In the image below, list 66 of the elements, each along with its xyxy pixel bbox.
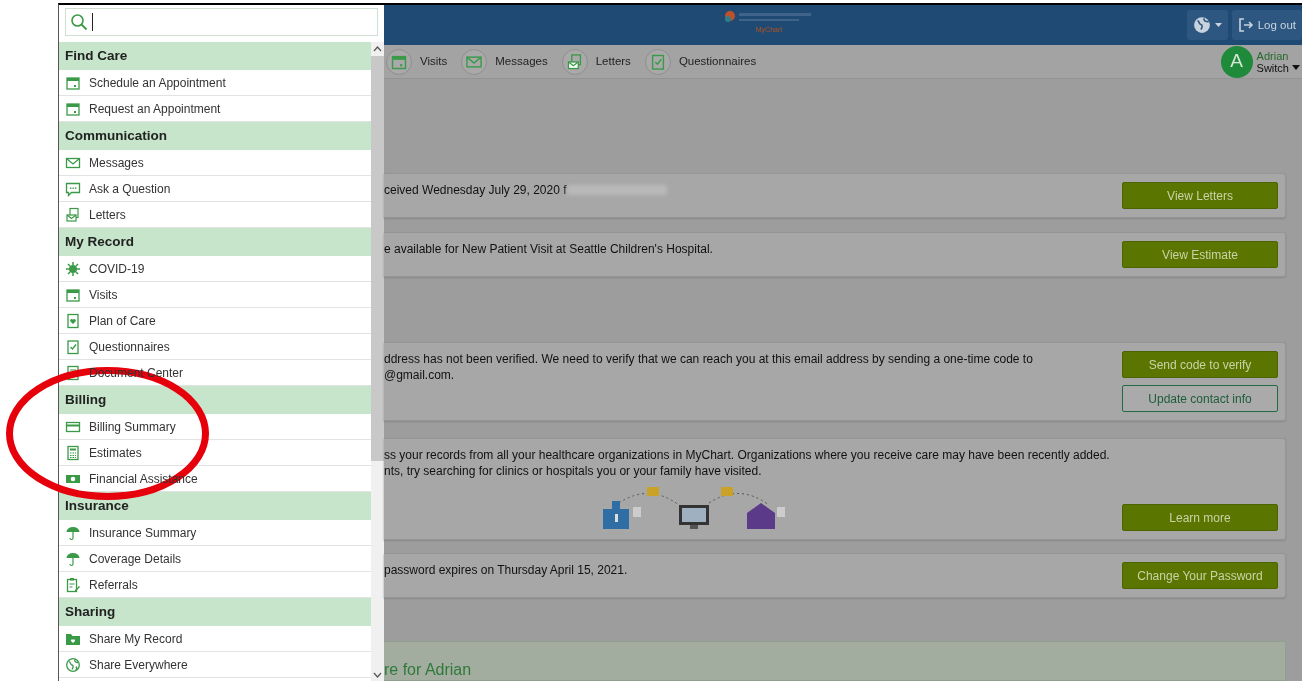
notice-text: @gmail.com. <box>384 367 456 383</box>
section-header: My Record <box>59 228 371 256</box>
nav-link[interactable]: Letters <box>561 48 631 75</box>
caret-icon <box>1292 65 1300 71</box>
checklist-icon <box>644 48 671 75</box>
menu-link[interactable]: Share My Record <box>89 629 183 648</box>
nav-link[interactable]: Questionnaires <box>644 48 757 75</box>
notice-text: e available for New Patient Visit at Seattle Children's Hospital. <box>384 241 714 257</box>
switch-button[interactable]: Switch <box>1256 61 1300 74</box>
section-header: Insurance <box>59 492 371 520</box>
scroll-down-icon[interactable] <box>373 672 382 678</box>
menu-link[interactable]: Letters <box>89 205 126 224</box>
menu-link[interactable]: Coverage Details <box>89 549 182 568</box>
user-name: Adrian <box>1256 49 1290 62</box>
search-field[interactable] <box>65 8 378 36</box>
globe-icon <box>1192 16 1211 35</box>
menu-link[interactable]: Ask a Question <box>89 179 171 198</box>
user-avatar: A <box>1220 45 1253 78</box>
logout-button[interactable]: Log out <box>1231 10 1302 41</box>
umbrella-icon <box>65 550 81 567</box>
menu-link[interactable]: Billing Summary <box>89 417 176 436</box>
scrollbar[interactable] <box>371 42 384 681</box>
letter-icon <box>561 48 588 75</box>
section-header: Sharing <box>59 598 371 626</box>
caret-icon <box>1214 22 1222 28</box>
notice-text: ddress has not been verified. We need to verify that we can reach you at this email address by sending a one-time code to <box>384 351 1034 367</box>
search-icon <box>70 13 88 31</box>
heart-document-icon <box>65 312 81 329</box>
logo-icon <box>724 9 814 25</box>
calendar-icon <box>65 286 81 303</box>
section-header: Find Care <box>59 42 371 70</box>
envelope-icon <box>461 48 488 75</box>
language-button[interactable] <box>1186 10 1228 41</box>
banner-title: re for Adrian <box>384 660 473 680</box>
menu-link[interactable]: Referrals <box>89 575 138 594</box>
menu-link[interactable]: Questionnaires <box>89 337 170 356</box>
menu-link[interactable]: Schedule an Appointment <box>89 73 226 92</box>
section-header: Communication <box>59 122 371 150</box>
calendar-icon <box>65 74 81 91</box>
menu-link[interactable]: Request an Appointment <box>89 99 221 118</box>
letter-icon <box>65 206 81 223</box>
menu-link[interactable]: Insurance Summary <box>89 523 197 542</box>
calculator-icon <box>65 444 81 461</box>
notice-text: nts, try searching for clinics or hospitals you or your family have visited. <box>384 463 763 479</box>
menu-link[interactable]: Visits <box>89 285 118 304</box>
menu-link[interactable]: Share Everywhere <box>89 655 188 674</box>
calendar-icon <box>65 100 81 117</box>
nav-link[interactable]: Messages <box>461 48 548 75</box>
menu-link[interactable]: COVID-19 <box>89 259 145 278</box>
notice-text: password expires on Thursday April 15, 2021. <box>384 562 629 578</box>
menu-link[interactable]: Messages <box>89 153 144 172</box>
menu-link[interactable]: Estimates <box>89 443 142 462</box>
scroll-up-icon[interactable] <box>373 46 382 52</box>
notice-text: ss your records from all your healthcare organizations in MyChart. Organizations where you receive care may have been recently added. <box>384 447 1111 463</box>
virus-icon <box>65 260 81 277</box>
checklist-icon <box>65 338 81 355</box>
chat-icon <box>65 180 81 197</box>
menu-link[interactable]: Plan of Care <box>89 311 156 330</box>
logout-icon <box>1237 17 1254 34</box>
section-header: Billing <box>59 386 371 414</box>
clipboard-icon <box>65 576 81 593</box>
globe-icon <box>65 656 81 673</box>
document-icon <box>65 364 81 381</box>
nav-link[interactable]: Visits <box>386 48 448 75</box>
notice-text: ceived Wednesday July 29, 2020 f <box>384 182 567 198</box>
umbrella-icon <box>65 524 81 541</box>
